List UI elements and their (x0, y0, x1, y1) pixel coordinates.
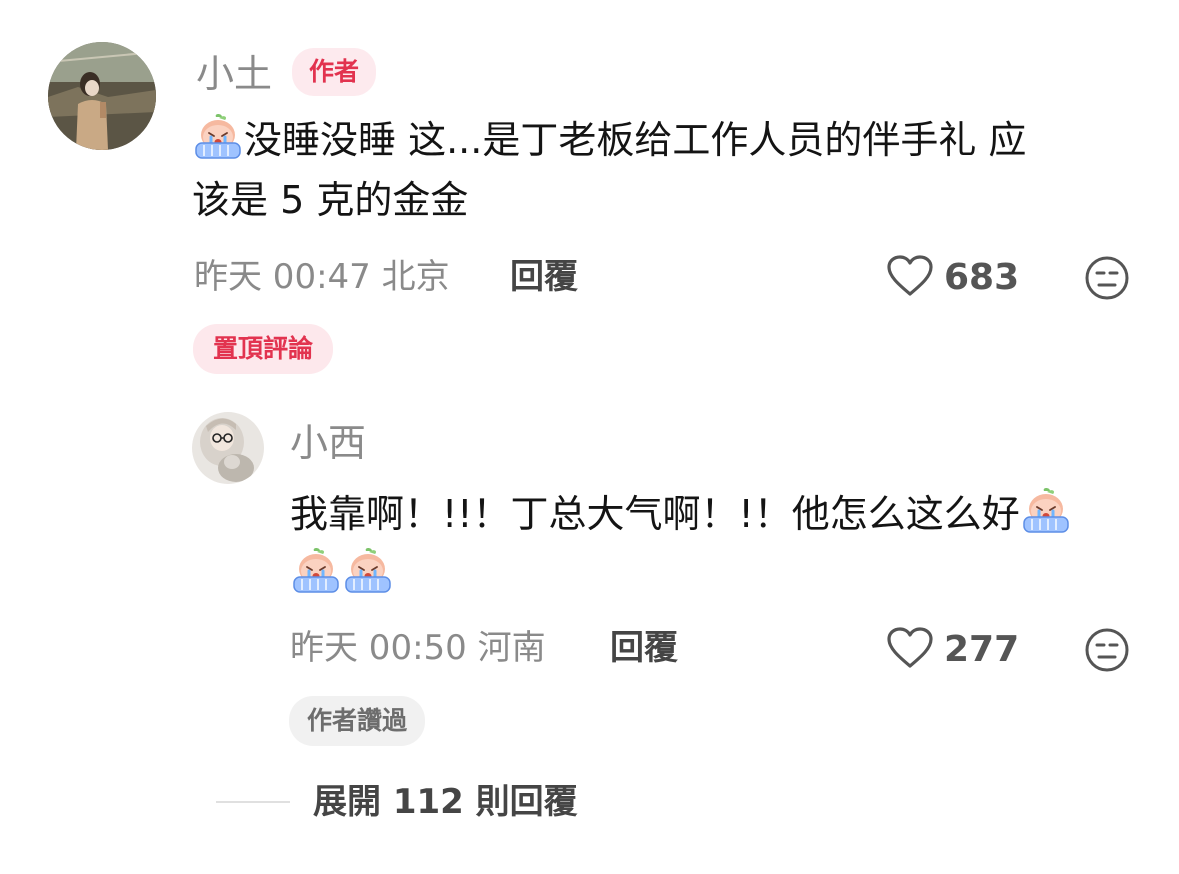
avatar[interactable] (192, 412, 264, 484)
expand-replies-button[interactable]: 展開 112 則回覆 (313, 785, 578, 819)
dislike-button[interactable] (1083, 254, 1131, 306)
comment-location: 河南 (477, 628, 546, 668)
like-button[interactable] (886, 254, 934, 298)
comment-username[interactable]: 小土 (196, 55, 272, 93)
heart-outline-icon (887, 627, 933, 668)
like-button[interactable] (886, 626, 934, 670)
like-count: 277 (944, 629, 1020, 670)
comment-text: 我靠啊！!!！丁总大气啊！!！他怎么这么好 (290, 484, 1160, 604)
comment-meta: 昨天 00:50 河南 (290, 631, 546, 665)
dislike-button[interactable] (1083, 626, 1131, 678)
crying-peach-emoji-icon (192, 113, 244, 161)
liked-by-author-badge: 作者讚過 (289, 696, 426, 746)
comment-meta: 昨天 00:47 北京 (194, 260, 450, 294)
pinned-comment-badge: 置頂評論 (193, 324, 334, 374)
reply-button[interactable]: 回覆 (610, 631, 678, 665)
crying-peach-emoji-icon (290, 547, 342, 595)
crying-peach-emoji-icon (1020, 487, 1072, 535)
neutral-face-icon (1085, 628, 1129, 672)
heart-outline-icon (887, 255, 933, 296)
author-badge: 作者 (292, 48, 377, 96)
comment-time: 昨天 00:50 (290, 628, 467, 668)
neutral-face-icon (1085, 256, 1129, 300)
avatar[interactable] (48, 42, 156, 150)
reply-button[interactable]: 回覆 (510, 260, 578, 294)
like-count: 683 (944, 257, 1020, 298)
comment-text: 没睡没睡 这...是丁老板给工作人员的伴手礼 应 该是 5 克的金金 (192, 110, 1142, 230)
crying-peach-emoji-icon (342, 547, 394, 595)
comment-username[interactable]: 小西 (290, 424, 366, 462)
comment-time: 昨天 00:47 (194, 257, 371, 297)
comment-location: 北京 (381, 257, 450, 297)
expand-divider (216, 801, 290, 803)
